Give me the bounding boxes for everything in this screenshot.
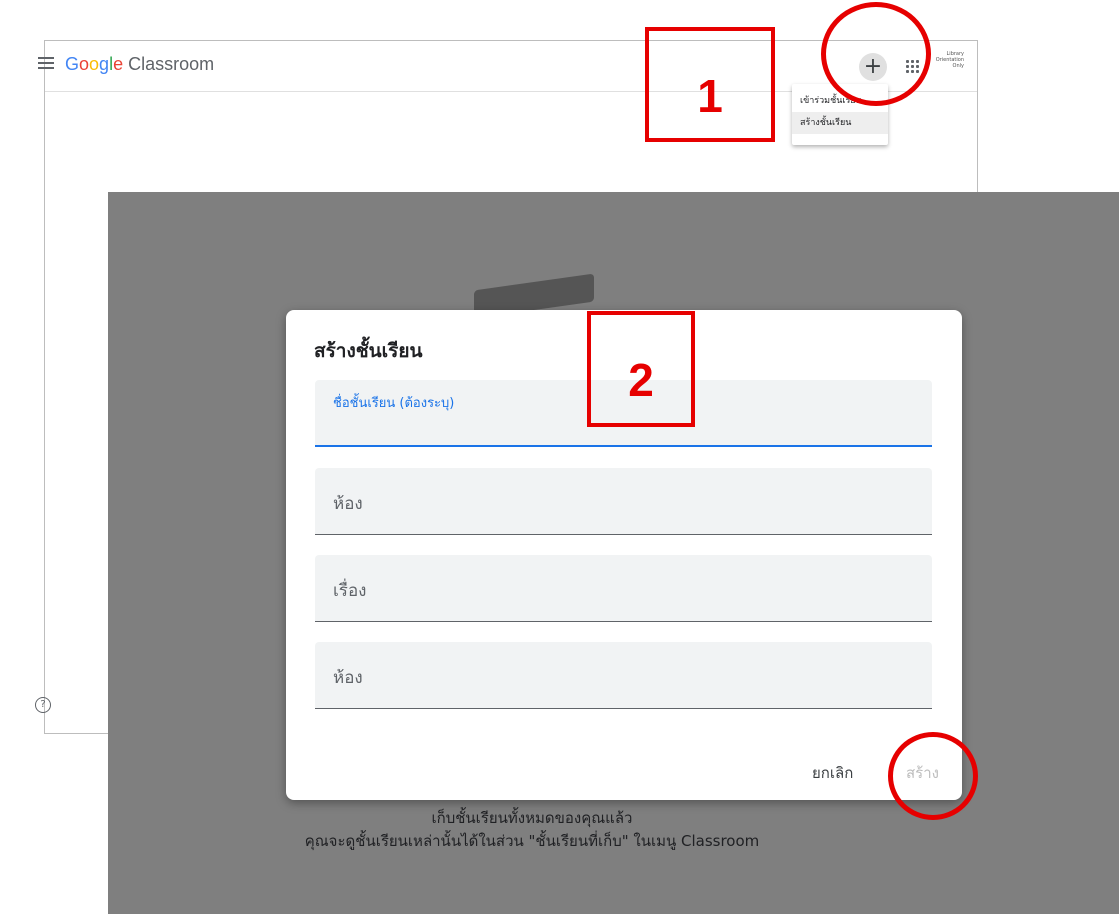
room-placeholder: ห้อง — [333, 668, 363, 688]
logo-letter: o — [79, 54, 90, 74]
cancel-button[interactable]: ยกเลิก — [812, 761, 853, 785]
logo-letter: o — [89, 54, 100, 74]
logo-letter: g — [99, 54, 110, 74]
account-avatar[interactable]: Library Orientation Only — [930, 51, 964, 81]
help-icon[interactable]: ? — [35, 697, 51, 713]
archived-message-line1: เก็บชั้นเรียนทั้งหมดของคุณแล้ว — [431, 809, 633, 827]
add-button-highlight — [821, 2, 931, 106]
section-placeholder: ห้อง — [333, 494, 363, 514]
step-1-marker: 1 — [645, 27, 775, 142]
logo-letter: e — [113, 54, 124, 74]
archived-message-line2: คุณจะดูชั้นเรียนเหล่านั้นได้ในส่วน "ชั้น… — [304, 832, 760, 850]
menu-icon[interactable] — [38, 57, 54, 69]
logo-letter: G — [65, 54, 80, 74]
class-name-label: ชื่อชั้นเรียน (ต้องระบุ) — [333, 396, 455, 411]
section-field[interactable]: ห้อง — [315, 468, 932, 535]
step-2-marker: 2 — [587, 311, 695, 427]
google-classroom-logo[interactable]: Google Classroom — [65, 54, 214, 75]
subject-field[interactable]: เรื่อง — [315, 555, 932, 622]
room-field[interactable]: ห้อง — [315, 642, 932, 709]
create-button-highlight — [888, 732, 978, 820]
logo-suffix: Classroom — [123, 54, 215, 74]
menu-item-create-class[interactable]: สร้างชั้นเรียน — [792, 112, 888, 134]
subject-placeholder: เรื่อง — [333, 581, 367, 601]
dialog-title: สร้างชั้นเรียน — [314, 340, 423, 362]
